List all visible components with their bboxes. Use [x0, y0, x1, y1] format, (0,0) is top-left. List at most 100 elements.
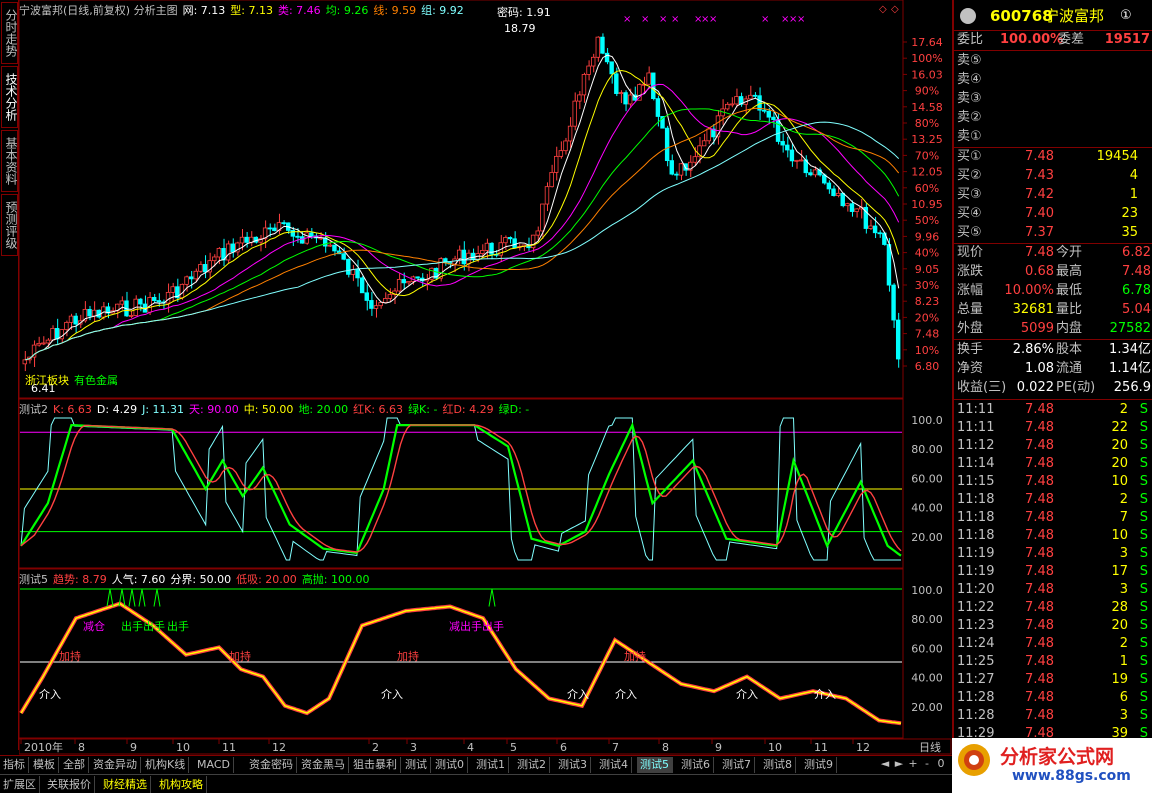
candle-body: [50, 328, 55, 341]
quote-value: 5099: [1020, 321, 1054, 336]
date-label: 10: [768, 741, 782, 754]
indicator-axis-label: 100.0: [911, 414, 943, 427]
quote-value: 27582: [1109, 321, 1151, 336]
tick-price: 7.48: [1025, 654, 1054, 669]
nav-button[interactable]: 0: [934, 757, 948, 770]
tick-row[interactable]: 11:18 7.48 2 S: [954, 491, 1152, 509]
tick-row[interactable]: 11:11 7.48 22 S: [954, 419, 1152, 437]
indicator-tab[interactable]: 测试: [402, 757, 431, 773]
tick-volume: 3: [1119, 546, 1128, 561]
indicator2-signal-label: 减出手出手: [449, 619, 504, 633]
nav-button[interactable]: +: [906, 757, 920, 770]
nav-button[interactable]: ►: [892, 757, 906, 770]
tick-price: 7.48: [1025, 492, 1054, 507]
buy-order-row[interactable]: 买② 7.43 4: [954, 167, 1152, 185]
tick-row[interactable]: 11:25 7.48 1 S: [954, 653, 1152, 671]
indicator-tab[interactable]: 测试7: [719, 757, 755, 773]
indicator-tab[interactable]: 资金密码: [246, 757, 297, 773]
indicator-tab[interactable]: 测试6: [678, 757, 714, 773]
tick-row[interactable]: 11:12 7.48 20 S: [954, 437, 1152, 455]
indicator-tab[interactable]: 测试5: [637, 757, 673, 773]
indicator-tab[interactable]: 测试9: [801, 757, 837, 773]
signal-marker: ×: [709, 14, 717, 25]
tick-row[interactable]: 11:24 7.48 2 S: [954, 635, 1152, 653]
diamond-icon[interactable]: ◇: [879, 4, 887, 15]
indicator-tab[interactable]: 测试4: [596, 757, 632, 773]
indicator1-legend-item: J: 11.31: [142, 403, 185, 416]
buy-order-row[interactable]: 买① 7.48 19454: [954, 148, 1152, 166]
indicator-axis-label: 40.00: [911, 672, 943, 685]
sell-order-row[interactable]: 卖①: [954, 128, 1152, 146]
indicator-tab[interactable]: 机构K线: [142, 757, 190, 773]
weidiff-value: 19517: [1104, 32, 1150, 47]
nav-button[interactable]: -: [920, 757, 934, 770]
indicator2-spike: [106, 588, 114, 607]
sector-label[interactable]: 浙江板块: [25, 374, 69, 387]
tick-row[interactable]: 11:23 7.48 20 S: [954, 617, 1152, 635]
tab-forecast-rating[interactable]: 预测评级: [1, 194, 18, 256]
sell-order-row[interactable]: 卖④: [954, 71, 1152, 89]
extension-tab[interactable]: 机构攻略: [156, 776, 207, 793]
chart-area[interactable]: 17.64 100% 16.03 90% 14.58 80% 13.25 70% 12.05 60…: [19, 0, 952, 755]
sector-label[interactable]: 有色金属: [74, 374, 118, 387]
tick-row[interactable]: 11:15 7.48 10 S: [954, 473, 1152, 491]
diamond-icon[interactable]: ◇: [891, 4, 899, 15]
indicator-tab[interactable]: MACD: [194, 757, 234, 773]
buy-order-row[interactable]: 买⑤ 7.37 35: [954, 224, 1152, 242]
candle-body: [184, 276, 189, 285]
indicator-tab[interactable]: 测试8: [760, 757, 796, 773]
candle-body: [812, 169, 818, 176]
tick-volume: 10: [1111, 528, 1128, 543]
tab-technical-analysis[interactable]: 技术分析: [1, 66, 18, 128]
candle-body: [678, 163, 684, 176]
period-label[interactable]: 日线: [919, 740, 941, 754]
sell-order-row[interactable]: 卖⑤: [954, 52, 1152, 70]
indicator-tab[interactable]: 测试3: [555, 757, 591, 773]
tick-row[interactable]: 11:14 7.48 20 S: [954, 455, 1152, 473]
tick-row[interactable]: 11:11 7.48 2 S: [954, 401, 1152, 419]
indicator-tab[interactable]: 测试2: [514, 757, 550, 773]
tick-row[interactable]: 11:27 7.48 19 S: [954, 671, 1152, 689]
tick-time: 11:22: [957, 600, 995, 615]
tick-row[interactable]: 11:22 7.48 28 S: [954, 599, 1152, 617]
tick-volume: 19: [1111, 672, 1128, 687]
nav-button[interactable]: ◄: [878, 757, 892, 770]
tick-row[interactable]: 11:18 7.48 10 S: [954, 527, 1152, 545]
indicator-tab[interactable]: 资金黑马: [298, 757, 349, 773]
indicator-tab[interactable]: 指标: [0, 757, 29, 773]
date-label: 11: [222, 741, 236, 754]
sell-order-row[interactable]: 卖③: [954, 90, 1152, 108]
price-axis-label: 50%: [915, 214, 939, 227]
date-label: 4: [467, 741, 474, 754]
date-label: 2010年: [24, 740, 63, 754]
tab-intraday[interactable]: 分时走势: [1, 2, 18, 64]
candle-body: [193, 270, 198, 280]
tick-row[interactable]: 11:28 7.48 3 S: [954, 707, 1152, 725]
tick-row[interactable]: 11:20 7.48 3 S: [954, 581, 1152, 599]
moving-average-line: [25, 54, 900, 361]
chart-canvas[interactable]: 17.64 100% 16.03 90% 14.58 80% 13.25 70% 12.05 60…: [19, 0, 952, 755]
tab-fundamentals[interactable]: 基本资料: [1, 130, 18, 192]
indicator-tab[interactable]: 狙击暴利: [350, 757, 401, 773]
indicator1-legend-item: 天: 90.00: [189, 403, 239, 416]
tick-row[interactable]: 11:19 7.48 3 S: [954, 545, 1152, 563]
sell-order-row[interactable]: 卖②: [954, 109, 1152, 127]
indicator2-signal-label: 介入: [615, 688, 637, 701]
indicator-tab[interactable]: 资金异动: [90, 757, 141, 773]
tick-price: 7.48: [1025, 528, 1054, 543]
extension-tab[interactable]: 扩展区: [0, 776, 40, 793]
tick-time: 11:19: [957, 564, 995, 579]
buy-order-row[interactable]: 买④ 7.40 23: [954, 205, 1152, 223]
tick-row[interactable]: 11:19 7.48 17 S: [954, 563, 1152, 581]
tick-price: 7.48: [1025, 690, 1054, 705]
indicator-tab[interactable]: 全部: [60, 757, 89, 773]
indicator-tab[interactable]: 模板: [30, 757, 59, 773]
extension-tab[interactable]: 财经精选: [100, 776, 151, 793]
indicator-tab[interactable]: 测试1: [473, 757, 509, 773]
indicator-tab[interactable]: 测试0: [432, 757, 468, 773]
buy-order-row[interactable]: 买③ 7.42 1: [954, 186, 1152, 204]
tick-time: 11:18: [957, 528, 995, 543]
tick-row[interactable]: 11:28 7.48 6 S: [954, 689, 1152, 707]
extension-tab[interactable]: 关联报价: [44, 776, 95, 793]
tick-row[interactable]: 11:18 7.48 7 S: [954, 509, 1152, 527]
